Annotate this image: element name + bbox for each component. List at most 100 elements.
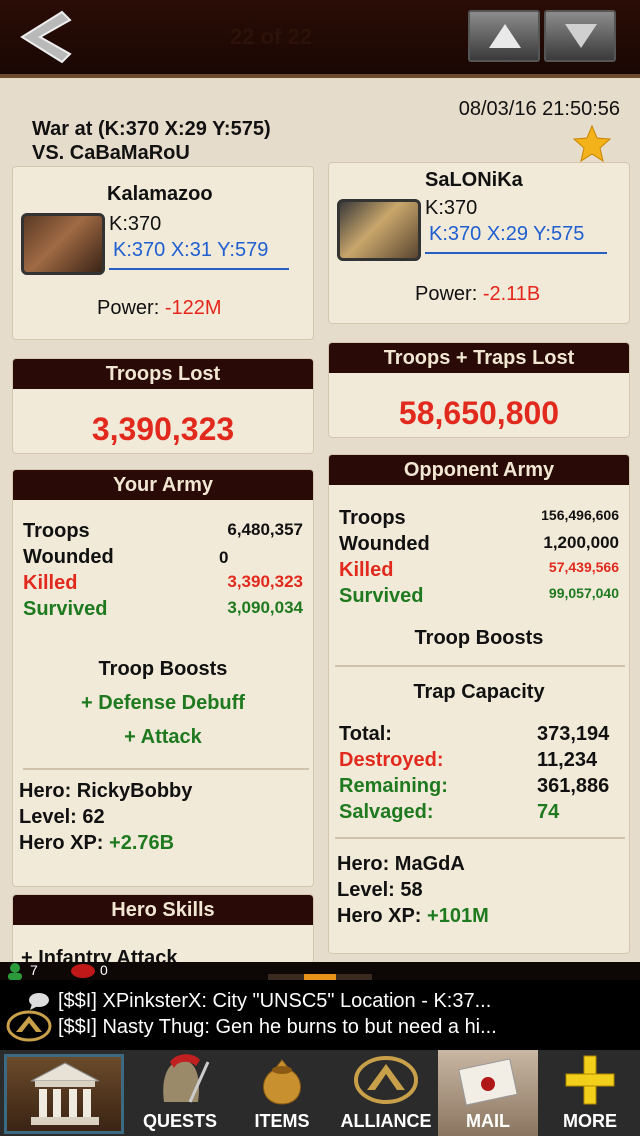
hero-xp-value: +2.76B bbox=[109, 832, 175, 854]
nav-quests[interactable]: QUESTS bbox=[130, 1050, 230, 1136]
your-army-card: Your Army Troops 6,480,357 Wounded 0 Kil… bbox=[12, 469, 314, 887]
opp-troops-value: 156,496,606 bbox=[541, 507, 619, 523]
chat-message: [$$I] Nasty Thug: Gen he burns to but ne… bbox=[58, 1016, 497, 1038]
opponent-power: Power: -2.11B bbox=[415, 283, 540, 306]
nav-items[interactable]: ITEMS bbox=[232, 1050, 332, 1136]
message-bubble-icon bbox=[71, 964, 95, 978]
your-power-value: -122M bbox=[164, 297, 222, 319]
opp-troop-boosts-title: Troop Boosts bbox=[414, 627, 544, 649]
trap-salvaged-label: Salvaged: bbox=[339, 801, 434, 823]
opp-wounded-value: 1,200,000 bbox=[543, 533, 619, 552]
troops-lost-value: 3,390,323 bbox=[91, 411, 235, 447]
hero-skills-card: Hero Skills + Infantry Attack bbox=[12, 894, 314, 964]
trap-total-label: Total: bbox=[339, 723, 392, 745]
power-label: Power: bbox=[97, 297, 160, 319]
survived-value: 3,090,034 bbox=[227, 598, 303, 617]
opp-hero-xp-value: +101M bbox=[427, 905, 489, 927]
opp-survived-label: Survived bbox=[339, 585, 424, 607]
troops-traps-lost-value: 58,650,800 bbox=[398, 395, 560, 431]
opponent-kingdom: K:370 bbox=[425, 197, 478, 219]
your-army-title: Your Army bbox=[13, 470, 313, 500]
status-strip: 7 0 bbox=[0, 962, 640, 980]
quests-helmet-icon bbox=[163, 1054, 210, 1103]
section-divider bbox=[23, 768, 309, 770]
boost-attack: + Attack bbox=[124, 726, 202, 748]
previous-report-button[interactable] bbox=[468, 10, 540, 62]
opponent-army-card: Opponent Army Troops 156,496,606 Wounded… bbox=[328, 454, 630, 954]
troop-boosts-title: Troop Boosts bbox=[98, 658, 228, 680]
opponent-player-name: SaLONiKa bbox=[425, 169, 523, 191]
your-hero-avatar[interactable] bbox=[21, 213, 105, 275]
boost-defense-debuff: + Defense Debuff bbox=[81, 692, 245, 714]
nav-quests-label: QUESTS bbox=[142, 1111, 217, 1131]
nav-items-label: ITEMS bbox=[254, 1111, 310, 1131]
opp-hero-level: Level: 58 bbox=[337, 879, 423, 901]
trap-destroyed-label: Destroyed: bbox=[339, 749, 444, 771]
your-coords-link[interactable]: K:370 X:31 Y:579 bbox=[109, 239, 289, 270]
troops-label: Troops bbox=[23, 520, 90, 542]
trap-remaining-value: 361,886 bbox=[537, 775, 610, 797]
chat-message: [$$I] XPinksterX: City "UNSC5" Location … bbox=[58, 990, 492, 1012]
hero-xp: Hero XP: +2.76B bbox=[19, 832, 174, 855]
nav-alliance[interactable]: ALLIANCE bbox=[334, 1050, 438, 1136]
report-pager: 22 of 22 bbox=[230, 24, 312, 49]
war-opponent: VS. CaBaMaRoU bbox=[32, 142, 190, 164]
trap-salvaged-value: 74 bbox=[537, 801, 560, 823]
members-count: 7 bbox=[30, 962, 38, 978]
alliance-emblem-icon bbox=[6, 1010, 52, 1042]
bottom-nav: QUESTS ITEMS ALLIANCE MAIL MORE bbox=[0, 1050, 640, 1136]
opp-hero-xp: Hero XP: +101M bbox=[337, 905, 489, 928]
opponent-coords-link[interactable]: K:370 X:29 Y:575 bbox=[425, 223, 607, 254]
your-player-card: Kalamazoo K:370 K:370 X:31 Y:579 Power: … bbox=[12, 166, 314, 340]
opp-survived-value: 99,057,040 bbox=[548, 585, 619, 601]
trap-destroyed-value: 11,234 bbox=[537, 749, 598, 771]
opponent-hero-avatar[interactable] bbox=[337, 199, 421, 261]
opp-hero-name: Hero: MaGdA bbox=[337, 853, 465, 875]
war-header: 08/03/16 21:50:56 War at (K:370 X:29 Y:5… bbox=[12, 86, 628, 166]
hero-xp-label: Hero XP: bbox=[19, 832, 104, 854]
opp-killed-label: Killed bbox=[339, 559, 394, 581]
city-home-button[interactable] bbox=[4, 1054, 124, 1134]
section-divider bbox=[335, 665, 625, 667]
power-label: Power: bbox=[415, 283, 478, 305]
trap-total-value: 373,194 bbox=[537, 723, 610, 745]
top-bar: 22 of 22 bbox=[0, 0, 640, 78]
section-divider bbox=[335, 837, 625, 839]
troops-value: 6,480,357 bbox=[227, 520, 303, 539]
killed-label: Killed bbox=[23, 572, 78, 594]
city-hall-icon bbox=[30, 1062, 100, 1125]
opponent-power-value: -2.11B bbox=[482, 283, 541, 305]
troops-traps-lost-title: Troops + Traps Lost bbox=[329, 343, 629, 373]
opp-wounded-label: Wounded bbox=[339, 533, 430, 555]
opp-troops-label: Troops bbox=[339, 507, 406, 529]
report-date: 08/03/16 21:50:56 bbox=[458, 98, 620, 120]
back-arrow-icon[interactable] bbox=[18, 8, 76, 66]
your-power: Power: -122M bbox=[97, 297, 222, 320]
plus-icon bbox=[565, 1055, 615, 1105]
nav-mail[interactable]: MAIL bbox=[438, 1050, 538, 1136]
alliance-emblem-icon bbox=[354, 1056, 418, 1104]
war-location[interactable]: War at (K:370 X:29 Y:575) bbox=[32, 118, 271, 141]
hero-level: Level: 62 bbox=[19, 806, 105, 828]
troops-traps-lost-card: Troops + Traps Lost 58,650,800 bbox=[328, 342, 630, 438]
trap-remaining-label: Remaining: bbox=[339, 775, 448, 797]
items-bag-icon bbox=[263, 1059, 301, 1105]
nav-more-label: MORE bbox=[563, 1111, 617, 1131]
troops-lost-card: Troops Lost 3,390,323 bbox=[12, 358, 314, 454]
your-player-name: Kalamazoo bbox=[107, 183, 213, 205]
alliance-chat-preview[interactable]: [$$I] XPinksterX: City "UNSC5" Location … bbox=[0, 980, 640, 1050]
opponent-player-card: SaLONiKa K:370 K:370 X:29 Y:575 Power: -… bbox=[328, 162, 630, 324]
next-report-button[interactable] bbox=[544, 10, 616, 62]
message-count: 0 bbox=[100, 962, 108, 978]
mail-envelope-icon bbox=[458, 1058, 518, 1106]
troops-lost-title: Troops Lost bbox=[13, 359, 313, 389]
nav-mail-label: MAIL bbox=[466, 1111, 510, 1131]
hero-xp-label: Hero XP: bbox=[337, 905, 422, 927]
nav-alliance-label: ALLIANCE bbox=[340, 1111, 432, 1131]
wounded-label: Wounded bbox=[23, 546, 114, 568]
opponent-army-title: Opponent Army bbox=[329, 455, 629, 485]
favorite-star-icon[interactable] bbox=[572, 124, 612, 164]
wounded-value: 0 bbox=[219, 548, 229, 567]
your-kingdom: K:370 bbox=[109, 213, 162, 235]
nav-more[interactable]: MORE bbox=[540, 1050, 640, 1136]
